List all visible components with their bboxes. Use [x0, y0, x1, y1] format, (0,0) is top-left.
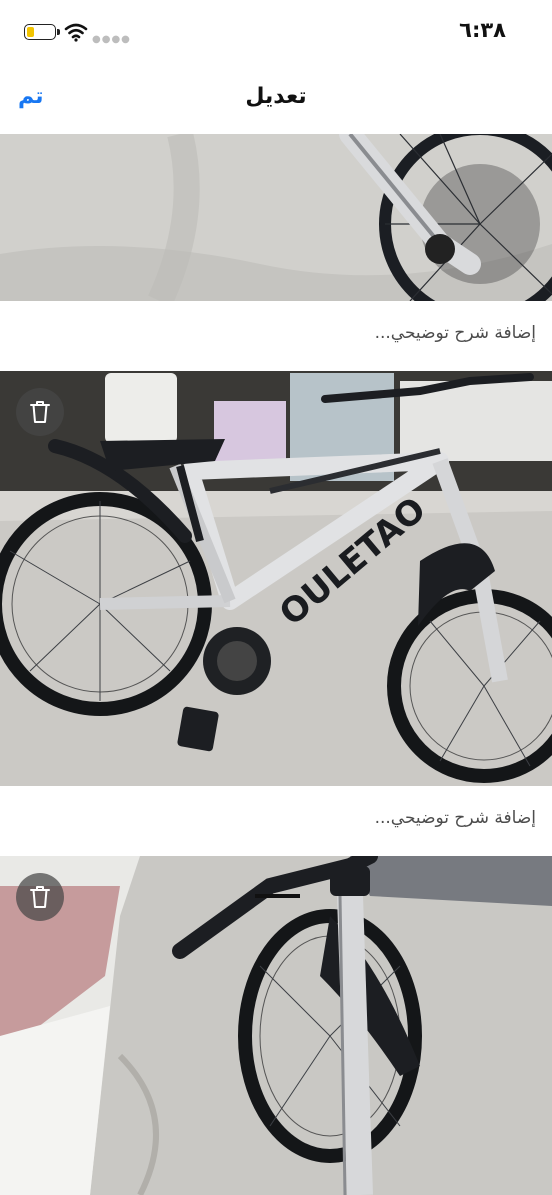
delete-photo-2-button[interactable] [16, 388, 64, 436]
caption-row-2 [0, 786, 552, 856]
nav-bar: تم تعديل [0, 62, 552, 134]
status-bar: ●●●● ٦:٣٨ [0, 0, 552, 62]
battery-icon [24, 24, 60, 40]
trash-icon [30, 886, 50, 908]
photo-3[interactable] [0, 856, 552, 1195]
status-time: ٦:٣٨ [459, 18, 506, 42]
signal-icon: ●●●● [92, 34, 131, 45]
photo-2[interactable]: OULETAO [0, 371, 552, 786]
caption-input-1[interactable] [36, 323, 536, 343]
photo-1[interactable] [0, 134, 552, 301]
caption-input-2[interactable] [36, 808, 536, 828]
page-title: تعديل [245, 84, 307, 109]
trash-icon [30, 401, 50, 423]
wifi-icon [64, 23, 88, 42]
caption-row-1 [0, 301, 552, 371]
delete-photo-3-button[interactable] [16, 873, 64, 921]
